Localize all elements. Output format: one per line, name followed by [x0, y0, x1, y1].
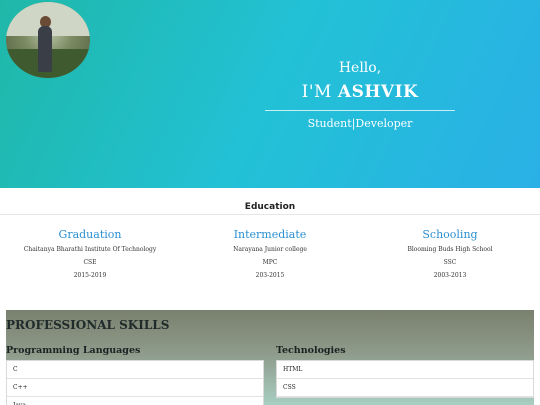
- hero-name-prefix: I'M: [301, 82, 332, 102]
- skills-section: PROFESSIONAL SKILLS Programming Language…: [6, 310, 534, 405]
- list-item: Java: [7, 397, 263, 405]
- technologies-heading: Technologies: [276, 345, 346, 356]
- education-title: Education: [244, 202, 296, 212]
- education-item-intermediate: Intermediate Narayana Junior college MPC…: [185, 228, 355, 285]
- education-course: CSE: [83, 259, 97, 266]
- hero-role: Student|Developer: [307, 117, 413, 130]
- hero-greeting: Hello,: [338, 60, 382, 76]
- list-item: CSS: [277, 379, 533, 397]
- education-course: MPC: [262, 259, 278, 266]
- list-item: C: [7, 361, 263, 379]
- education-divider: [0, 214, 540, 215]
- profile-avatar: [6, 2, 90, 78]
- education-years: 2003-2013: [433, 272, 467, 279]
- avatar-person-body: [38, 26, 52, 72]
- education-years: 203-2015: [255, 272, 285, 279]
- hero-name-value: ASHVIK: [337, 82, 419, 102]
- education-institution: Narayana Junior college: [233, 246, 307, 253]
- hero-divider: [265, 110, 455, 111]
- hero-name: I'M ASHVIK: [265, 82, 455, 102]
- skills-title: PROFESSIONAL SKILLS: [6, 318, 170, 332]
- list-item: C++: [7, 379, 263, 397]
- hero-banner: Hello, I'M ASHVIK Student|Developer: [0, 0, 540, 188]
- education-item-schooling: Schooling Blooming Buds High School SSC …: [365, 228, 535, 285]
- education-heading: Graduation: [58, 228, 122, 241]
- education-item-graduation: Graduation Chaitanya Bharathi Institute …: [5, 228, 175, 285]
- technologies-list: HTML CSS: [276, 360, 534, 398]
- education-years: 2015-2019: [73, 272, 107, 279]
- education-course: SSC: [443, 259, 457, 266]
- education-institution: Blooming Buds High School: [407, 246, 493, 253]
- education-heading: Schooling: [422, 228, 478, 241]
- education-institution: Chaitanya Bharathi Institute Of Technolo…: [23, 246, 157, 253]
- programming-languages-list: C C++ Java: [6, 360, 264, 405]
- list-item: HTML: [277, 361, 533, 379]
- education-heading: Intermediate: [233, 228, 307, 241]
- programming-languages-heading: Programming Languages: [6, 345, 141, 356]
